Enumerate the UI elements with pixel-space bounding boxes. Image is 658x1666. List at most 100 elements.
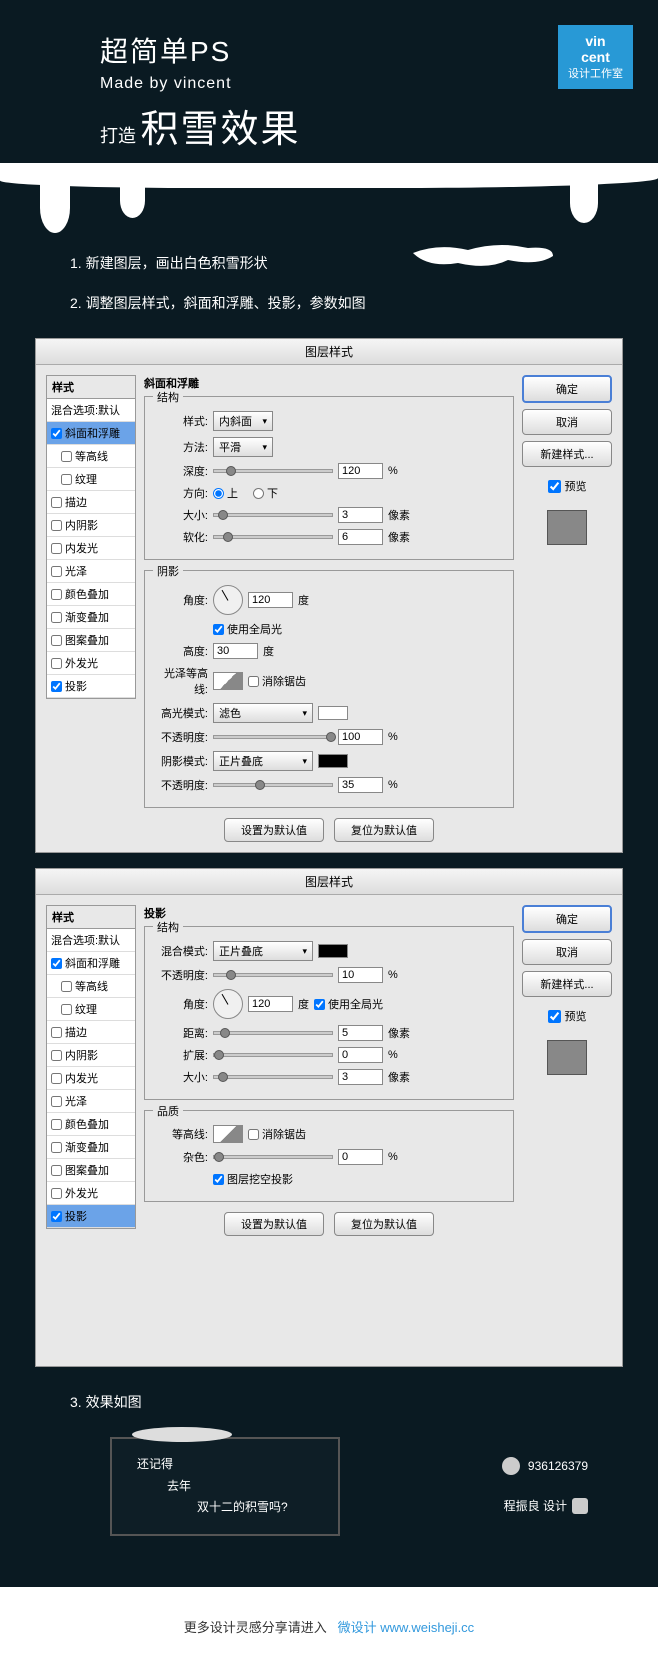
contour-checkbox[interactable] — [61, 451, 72, 462]
color-overlay-checkbox[interactable] — [51, 589, 62, 600]
preview-checkbox[interactable] — [548, 480, 561, 493]
shadow-color-swatch[interactable] — [318, 754, 348, 768]
inner-glow-item[interactable]: 内发光 — [47, 1067, 135, 1090]
color-overlay-item[interactable]: 颜色叠加 — [47, 583, 135, 606]
global-light-checkbox[interactable] — [314, 999, 325, 1010]
outer-glow-checkbox[interactable] — [51, 1188, 62, 1199]
inner-shadow-item[interactable]: 内阴影 — [47, 514, 135, 537]
bevel-item[interactable]: 斜面和浮雕 — [47, 952, 135, 975]
spread-input[interactable] — [338, 1047, 383, 1063]
satin-item[interactable]: 光泽 — [47, 1090, 135, 1113]
angle-dial[interactable] — [213, 989, 243, 1019]
inner-shadow-checkbox[interactable] — [51, 1050, 62, 1061]
size-slider[interactable] — [213, 513, 333, 517]
reset-default-button[interactable]: 复位为默认值 — [334, 1212, 434, 1236]
color-overlay-item[interactable]: 颜色叠加 — [47, 1113, 135, 1136]
global-light-checkbox[interactable] — [213, 624, 224, 635]
inner-glow-checkbox[interactable] — [51, 1073, 62, 1084]
outer-glow-item[interactable]: 外发光 — [47, 652, 135, 675]
reset-default-button[interactable]: 复位为默认值 — [334, 818, 434, 842]
contour-checkbox[interactable] — [61, 981, 72, 992]
spread-slider[interactable] — [213, 1053, 333, 1057]
size-input[interactable] — [338, 507, 383, 523]
soften-input[interactable] — [338, 529, 383, 545]
size-slider[interactable] — [213, 1075, 333, 1079]
bevel-checkbox[interactable] — [51, 958, 62, 969]
noise-slider[interactable] — [213, 1155, 333, 1159]
footer-link[interactable]: 微设计 www.weisheji.cc — [338, 1620, 475, 1635]
gradient-overlay-checkbox[interactable] — [51, 612, 62, 623]
satin-item[interactable]: 光泽 — [47, 560, 135, 583]
angle-input[interactable] — [248, 592, 293, 608]
set-default-button[interactable]: 设置为默认值 — [224, 818, 324, 842]
direction-up-radio[interactable] — [213, 488, 224, 499]
contour-picker[interactable] — [213, 1125, 243, 1143]
distance-slider[interactable] — [213, 1031, 333, 1035]
shadow-opacity-input[interactable] — [338, 777, 383, 793]
pattern-overlay-item[interactable]: 图案叠加 — [47, 629, 135, 652]
altitude-input[interactable] — [213, 643, 258, 659]
pattern-overlay-checkbox[interactable] — [51, 635, 62, 646]
blend-options-item[interactable]: 混合选项:默认 — [47, 399, 135, 422]
opacity-input[interactable] — [338, 967, 383, 983]
pattern-overlay-checkbox[interactable] — [51, 1165, 62, 1176]
noise-input[interactable] — [338, 1149, 383, 1165]
gradient-overlay-checkbox[interactable] — [51, 1142, 62, 1153]
antialias-checkbox[interactable] — [248, 676, 259, 687]
texture-checkbox[interactable] — [61, 474, 72, 485]
texture-item[interactable]: 纹理 — [47, 998, 135, 1021]
antialias-checkbox[interactable] — [248, 1129, 259, 1140]
angle-input[interactable] — [248, 996, 293, 1012]
depth-slider[interactable] — [213, 469, 333, 473]
stroke-item[interactable]: 描边 — [47, 1021, 135, 1044]
contour-item[interactable]: 等高线 — [47, 975, 135, 998]
depth-input[interactable] — [338, 463, 383, 479]
bevel-checkbox[interactable] — [51, 428, 62, 439]
direction-down-radio[interactable] — [253, 488, 264, 499]
cancel-button[interactable]: 取消 — [522, 409, 612, 435]
drop-shadow-checkbox[interactable] — [51, 681, 62, 692]
stroke-checkbox[interactable] — [51, 497, 62, 508]
drop-shadow-item[interactable]: 投影 — [47, 675, 135, 698]
texture-item[interactable]: 纹理 — [47, 468, 135, 491]
preview-checkbox[interactable] — [548, 1010, 561, 1023]
color-overlay-checkbox[interactable] — [51, 1119, 62, 1130]
inner-shadow-checkbox[interactable] — [51, 520, 62, 531]
stroke-checkbox[interactable] — [51, 1027, 62, 1038]
ok-button[interactable]: 确定 — [522, 905, 612, 933]
new-style-button[interactable]: 新建样式... — [522, 971, 612, 997]
style-select[interactable]: 内斜面 — [213, 411, 273, 431]
soften-slider[interactable] — [213, 535, 333, 539]
highlight-opacity-slider[interactable] — [213, 735, 333, 739]
cancel-button[interactable]: 取消 — [522, 939, 612, 965]
knockout-checkbox[interactable] — [213, 1174, 224, 1185]
satin-checkbox[interactable] — [51, 1096, 62, 1107]
texture-checkbox[interactable] — [61, 1004, 72, 1015]
contour-item[interactable]: 等高线 — [47, 445, 135, 468]
drop-shadow-item[interactable]: 投影 — [47, 1205, 135, 1228]
gloss-contour-picker[interactable] — [213, 672, 243, 690]
stroke-item[interactable]: 描边 — [47, 491, 135, 514]
highlight-color-swatch[interactable] — [318, 706, 348, 720]
shadow-opacity-slider[interactable] — [213, 783, 333, 787]
bevel-item[interactable]: 斜面和浮雕 — [47, 422, 135, 445]
ok-button[interactable]: 确定 — [522, 375, 612, 403]
gradient-overlay-item[interactable]: 渐变叠加 — [47, 606, 135, 629]
inner-shadow-item[interactable]: 内阴影 — [47, 1044, 135, 1067]
blend-options-item[interactable]: 混合选项:默认 — [47, 929, 135, 952]
set-default-button[interactable]: 设置为默认值 — [224, 1212, 324, 1236]
satin-checkbox[interactable] — [51, 566, 62, 577]
highlight-mode-select[interactable]: 滤色 — [213, 703, 313, 723]
shadow-mode-select[interactable]: 正片叠底 — [213, 751, 313, 771]
highlight-opacity-input[interactable] — [338, 729, 383, 745]
inner-glow-item[interactable]: 内发光 — [47, 537, 135, 560]
method-select[interactable]: 平滑 — [213, 437, 273, 457]
angle-dial[interactable] — [213, 585, 243, 615]
new-style-button[interactable]: 新建样式... — [522, 441, 612, 467]
outer-glow-item[interactable]: 外发光 — [47, 1182, 135, 1205]
distance-input[interactable] — [338, 1025, 383, 1041]
inner-glow-checkbox[interactable] — [51, 543, 62, 554]
pattern-overlay-item[interactable]: 图案叠加 — [47, 1159, 135, 1182]
blend-mode-select[interactable]: 正片叠底 — [213, 941, 313, 961]
opacity-slider[interactable] — [213, 973, 333, 977]
